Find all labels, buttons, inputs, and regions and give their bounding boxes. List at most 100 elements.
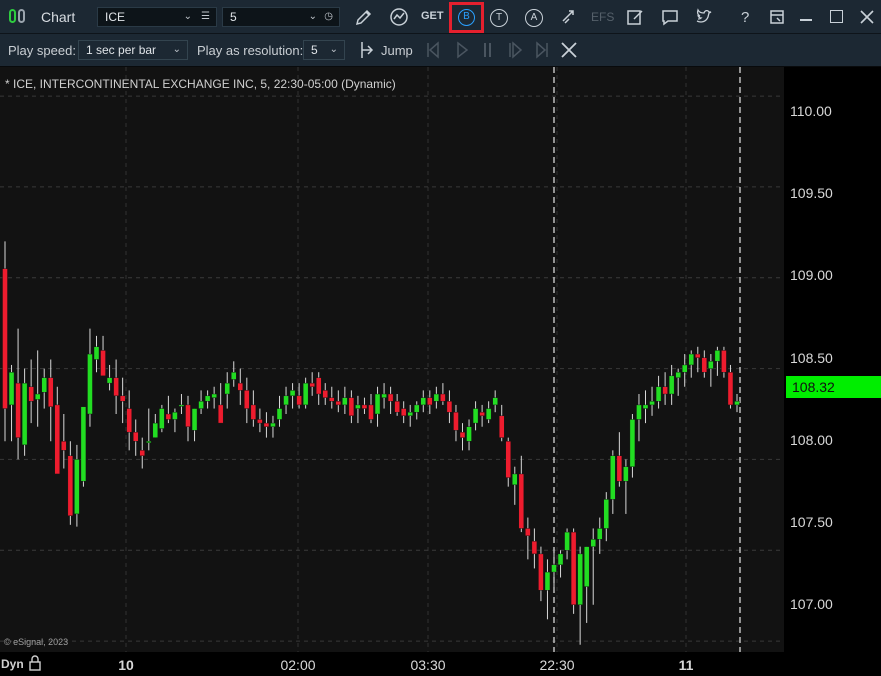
candle-body bbox=[41, 377, 47, 393]
candle-body bbox=[361, 404, 368, 409]
y-tick-label: 109.50 bbox=[790, 185, 833, 201]
candle-body bbox=[2, 268, 8, 409]
candle-body bbox=[485, 408, 492, 420]
x-tick-label: 10 bbox=[118, 657, 134, 673]
x-tick-label: 11 bbox=[678, 657, 694, 673]
symbol-input[interactable]: ICE ⌄ ☰ bbox=[97, 7, 217, 27]
close-icon[interactable] bbox=[855, 5, 879, 29]
resolution-select[interactable]: 5 ⌄ bbox=[303, 40, 345, 60]
chart-header: * ICE, INTERCONTINENTAL EXCHANGE INC, 5,… bbox=[5, 77, 396, 91]
candle-body bbox=[302, 382, 309, 406]
candle-body bbox=[93, 346, 100, 360]
chart-pane[interactable]: * ICE, INTERCONTINENTAL EXCHANGE INC, 5,… bbox=[0, 67, 784, 652]
candle-body bbox=[734, 401, 740, 406]
a-circle-icon[interactable]: A bbox=[525, 9, 543, 27]
t-circle-icon[interactable]: T bbox=[490, 9, 508, 27]
pencil-icon[interactable] bbox=[352, 5, 376, 29]
twitter-icon[interactable] bbox=[692, 5, 716, 29]
candle-body bbox=[185, 404, 191, 427]
y-tick-label: 108.00 bbox=[790, 432, 833, 448]
candle-body bbox=[211, 393, 217, 398]
candle-body bbox=[610, 455, 616, 500]
candle-body bbox=[335, 401, 342, 406]
x-tick-label: 22:30 bbox=[539, 657, 575, 673]
candle-body bbox=[590, 539, 596, 547]
candle-body bbox=[289, 390, 296, 397]
step-back-icon[interactable] bbox=[421, 38, 445, 62]
close-playback-icon[interactable] bbox=[557, 38, 581, 62]
x-tick-label: 03:30 bbox=[410, 657, 446, 673]
candle-body bbox=[28, 386, 34, 402]
candle-body bbox=[270, 422, 276, 427]
chart-app-icon-secondary bbox=[18, 9, 25, 23]
efs-button[interactable]: EFS bbox=[591, 10, 614, 24]
candle-body bbox=[15, 382, 21, 438]
candle-body bbox=[283, 395, 289, 406]
maximize-icon[interactable] bbox=[830, 10, 843, 23]
resolution-label: Play as resolution: bbox=[197, 43, 304, 58]
candle-body bbox=[263, 422, 270, 427]
candle-body bbox=[655, 386, 662, 402]
chevron-down-icon[interactable]: ⌄ bbox=[184, 8, 192, 26]
skip-end-icon[interactable] bbox=[530, 38, 554, 62]
jump-label[interactable]: Jump bbox=[381, 43, 413, 58]
chart-app-icon bbox=[9, 9, 16, 23]
b-circle-icon: B bbox=[458, 9, 475, 26]
candle-body bbox=[727, 372, 734, 406]
jump-icon[interactable] bbox=[355, 38, 379, 62]
candle-body bbox=[525, 528, 531, 536]
candle-body bbox=[74, 459, 80, 515]
window-title: Chart bbox=[41, 9, 76, 25]
candle-body bbox=[374, 393, 381, 415]
link-arrows-icon[interactable] bbox=[557, 5, 581, 29]
candle-body bbox=[407, 411, 413, 417]
edit-note-icon[interactable] bbox=[623, 5, 647, 29]
candle-body bbox=[231, 372, 237, 380]
minimize-icon[interactable] bbox=[800, 19, 812, 21]
candle-body bbox=[629, 419, 636, 467]
y-tick-label: 107.00 bbox=[790, 596, 833, 612]
candle-body bbox=[446, 401, 453, 413]
play-speed-select[interactable]: 1 sec per bar ⌄ bbox=[78, 40, 188, 60]
candle-body bbox=[178, 404, 185, 407]
candle-body bbox=[420, 397, 426, 406]
title-bar: Chart ICE ⌄ ☰ 5 ⌄ ◷ GET B T A EFS ? bbox=[0, 0, 881, 34]
lock-icon[interactable] bbox=[28, 655, 42, 676]
candle-body bbox=[557, 553, 564, 565]
candle-body bbox=[198, 401, 204, 409]
symbol-list-icon[interactable]: ☰ bbox=[201, 8, 210, 26]
candle-body bbox=[459, 431, 466, 438]
candle-body bbox=[551, 564, 557, 573]
clock-icon[interactable]: ◷ bbox=[324, 8, 333, 26]
candle-body bbox=[518, 473, 525, 529]
candle-body bbox=[159, 408, 165, 429]
candle-body bbox=[538, 553, 544, 591]
candle-body bbox=[329, 397, 335, 402]
candle-body bbox=[381, 393, 387, 398]
chevron-down-icon[interactable]: ⌄ bbox=[173, 41, 181, 59]
candle-body bbox=[531, 540, 538, 555]
window-link-icon[interactable] bbox=[765, 5, 789, 29]
time-axis[interactable]: Dyn 10 02:00 03:30 22:30 11 bbox=[0, 652, 881, 676]
help-icon[interactable]: ? bbox=[741, 9, 749, 26]
pause-icon[interactable] bbox=[476, 38, 500, 62]
price-plot[interactable] bbox=[0, 67, 784, 652]
get-button[interactable]: GET bbox=[421, 10, 444, 22]
candle-body bbox=[309, 382, 315, 387]
candle-body bbox=[48, 377, 54, 407]
step-forward-icon[interactable] bbox=[503, 38, 527, 62]
y-tick-label: 107.50 bbox=[790, 514, 833, 530]
comment-icon[interactable] bbox=[658, 5, 682, 29]
candle-body bbox=[355, 404, 361, 409]
y-tick-label: 108.50 bbox=[790, 350, 833, 366]
playback-button[interactable]: B bbox=[449, 2, 484, 33]
chevron-down-icon[interactable]: ⌄ bbox=[309, 8, 317, 26]
studies-icon[interactable] bbox=[387, 5, 411, 29]
interval-input[interactable]: 5 ⌄ ◷ bbox=[222, 7, 340, 27]
play-icon[interactable] bbox=[450, 38, 474, 62]
interval-value: 5 bbox=[230, 10, 237, 24]
chevron-down-icon[interactable]: ⌄ bbox=[330, 41, 338, 59]
candle-body bbox=[126, 408, 132, 433]
candle-body bbox=[21, 382, 28, 446]
price-axis[interactable]: 110.00 109.50 109.00 108.50 108.00 107.5… bbox=[784, 67, 881, 652]
